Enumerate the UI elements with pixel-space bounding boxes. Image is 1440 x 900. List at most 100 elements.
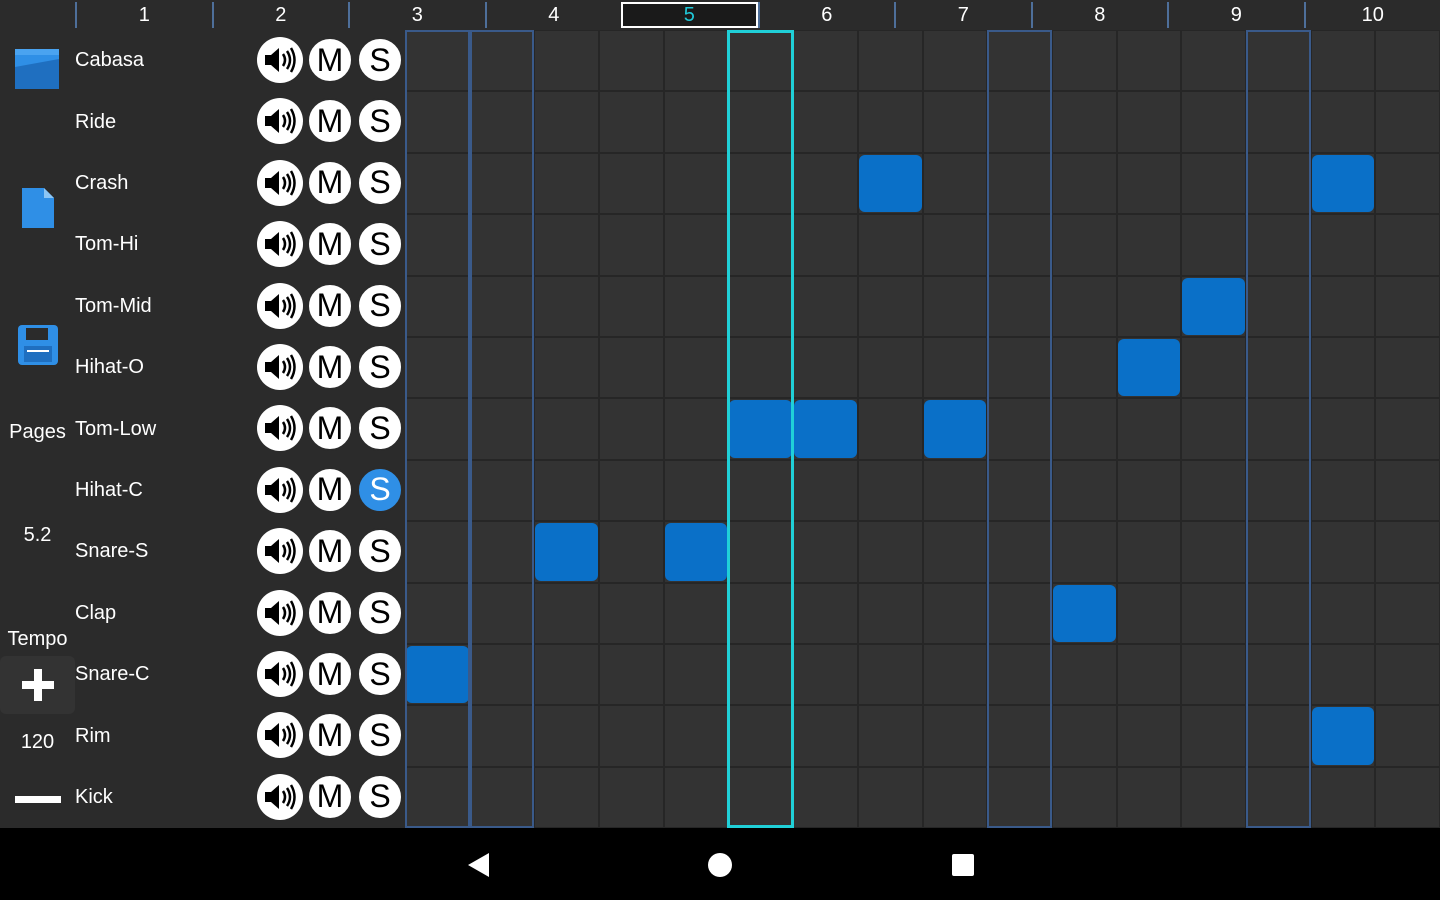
volume-button[interactable] <box>257 589 303 636</box>
grid-cell[interactable] <box>1116 766 1182 829</box>
grid-cell[interactable] <box>1181 91 1246 153</box>
grid-cell[interactable] <box>793 152 858 215</box>
grid-cell[interactable] <box>663 337 729 399</box>
solo-button[interactable]: S <box>357 651 403 697</box>
grid-cell[interactable] <box>1181 766 1246 829</box>
save-icon[interactable] <box>14 322 62 368</box>
grid-cell[interactable] <box>1245 521 1311 583</box>
solo-button[interactable]: S <box>357 405 403 452</box>
solo-button[interactable]: S <box>357 98 403 145</box>
grid-cell[interactable] <box>1310 766 1376 829</box>
solo-button[interactable]: S <box>357 159 403 206</box>
ruler-page-6[interactable]: 6 <box>757 2 895 28</box>
grid-cell[interactable] <box>987 644 1052 706</box>
grid-cell[interactable] <box>1375 30 1440 92</box>
grid-cell[interactable] <box>1310 275 1376 337</box>
mute-button[interactable]: M <box>307 589 353 636</box>
grid-cell[interactable] <box>1245 644 1311 706</box>
timeline-ruler[interactable]: 1 2 3 4 5 6 7 8 9 10 <box>75 0 1440 30</box>
active-step[interactable] <box>406 646 469 704</box>
grid-cell[interactable] <box>1181 30 1246 92</box>
mute-button[interactable]: M <box>307 344 353 390</box>
grid-cell[interactable] <box>405 275 470 337</box>
mute-button[interactable]: M <box>307 651 353 697</box>
grid-cell[interactable] <box>469 152 535 215</box>
grid-cell[interactable] <box>987 459 1052 522</box>
grid-cell[interactable] <box>599 766 664 829</box>
grid-cell[interactable] <box>1181 459 1246 522</box>
grid-cell[interactable] <box>922 766 988 829</box>
grid-cell[interactable] <box>857 705 923 767</box>
grid-cell[interactable] <box>534 582 600 644</box>
ruler-page-4[interactable]: 4 <box>484 2 622 28</box>
mute-button[interactable]: M <box>307 98 353 145</box>
grid-cell[interactable] <box>469 521 535 583</box>
track-name-tom-mid[interactable]: Tom-Mid <box>75 276 152 338</box>
grid-cell[interactable] <box>599 459 664 522</box>
active-step[interactable] <box>1182 277 1245 335</box>
grid-cell[interactable] <box>1051 644 1117 706</box>
grid-cell[interactable] <box>987 275 1052 337</box>
grid-cell[interactable] <box>728 337 794 399</box>
volume-button[interactable] <box>257 651 303 697</box>
grid-cell[interactable] <box>1051 214 1117 276</box>
tempo-decrease-button[interactable] <box>14 780 62 820</box>
grid-cell[interactable] <box>534 337 600 399</box>
track-name-rim[interactable]: Rim <box>75 705 111 767</box>
grid-cell[interactable] <box>1245 152 1311 215</box>
grid-cell[interactable] <box>405 582 470 644</box>
grid-cell[interactable] <box>1051 275 1117 337</box>
volume-button[interactable] <box>257 773 303 820</box>
active-step[interactable] <box>794 400 857 458</box>
grid-cell[interactable] <box>469 644 535 706</box>
volume-button[interactable] <box>257 405 303 452</box>
grid-cell[interactable] <box>1116 459 1182 522</box>
grid-cell[interactable] <box>469 337 535 399</box>
grid-cell[interactable] <box>405 30 470 92</box>
grid-cell[interactable] <box>1116 30 1182 92</box>
solo-button[interactable]: S <box>357 221 403 268</box>
ruler-page-7[interactable]: 7 <box>894 2 1031 28</box>
grid-cell[interactable] <box>1245 30 1311 92</box>
grid-cell[interactable] <box>857 91 923 153</box>
grid-cell[interactable] <box>728 214 794 276</box>
volume-button[interactable] <box>257 712 303 759</box>
grid-cell[interactable] <box>1181 644 1246 706</box>
grid-cell[interactable] <box>534 459 600 522</box>
grid-cell[interactable] <box>728 152 794 215</box>
grid-cell[interactable] <box>857 644 923 706</box>
volume-button[interactable] <box>257 528 303 575</box>
grid-cell[interactable] <box>1181 705 1246 767</box>
ruler-page-3[interactable]: 3 <box>348 2 485 28</box>
ruler-page-5[interactable]: 5 <box>621 2 758 28</box>
grid-cell[interactable] <box>728 582 794 644</box>
mute-button[interactable]: M <box>307 528 353 575</box>
solo-button[interactable]: S <box>357 37 403 83</box>
active-step[interactable] <box>1117 339 1181 397</box>
grid-cell[interactable] <box>1375 337 1440 399</box>
grid-cell[interactable] <box>987 521 1052 583</box>
grid-cell[interactable] <box>469 766 535 829</box>
grid-cell[interactable] <box>793 275 858 337</box>
active-step[interactable] <box>1311 707 1375 765</box>
mute-button[interactable]: M <box>307 37 353 83</box>
grid-cell[interactable] <box>728 644 794 706</box>
grid-cell[interactable] <box>405 705 470 767</box>
grid-cell[interactable] <box>857 214 923 276</box>
grid-cell[interactable] <box>857 275 923 337</box>
grid-cell[interactable] <box>1051 766 1117 829</box>
grid-cell[interactable] <box>1245 337 1311 399</box>
mute-button[interactable]: M <box>307 221 353 268</box>
grid-cell[interactable] <box>922 337 988 399</box>
volume-button[interactable] <box>257 221 303 268</box>
grid-cell[interactable] <box>534 705 600 767</box>
grid-cell[interactable] <box>728 459 794 522</box>
grid-cell[interactable] <box>922 705 988 767</box>
grid-cell[interactable] <box>1245 459 1311 522</box>
grid-cell[interactable] <box>599 275 664 337</box>
ruler-page-10[interactable]: 10 <box>1303 2 1440 28</box>
grid-cell[interactable] <box>1310 521 1376 583</box>
grid-cell[interactable] <box>1116 644 1182 706</box>
grid-cell[interactable] <box>922 275 988 337</box>
grid-cell[interactable] <box>1245 91 1311 153</box>
